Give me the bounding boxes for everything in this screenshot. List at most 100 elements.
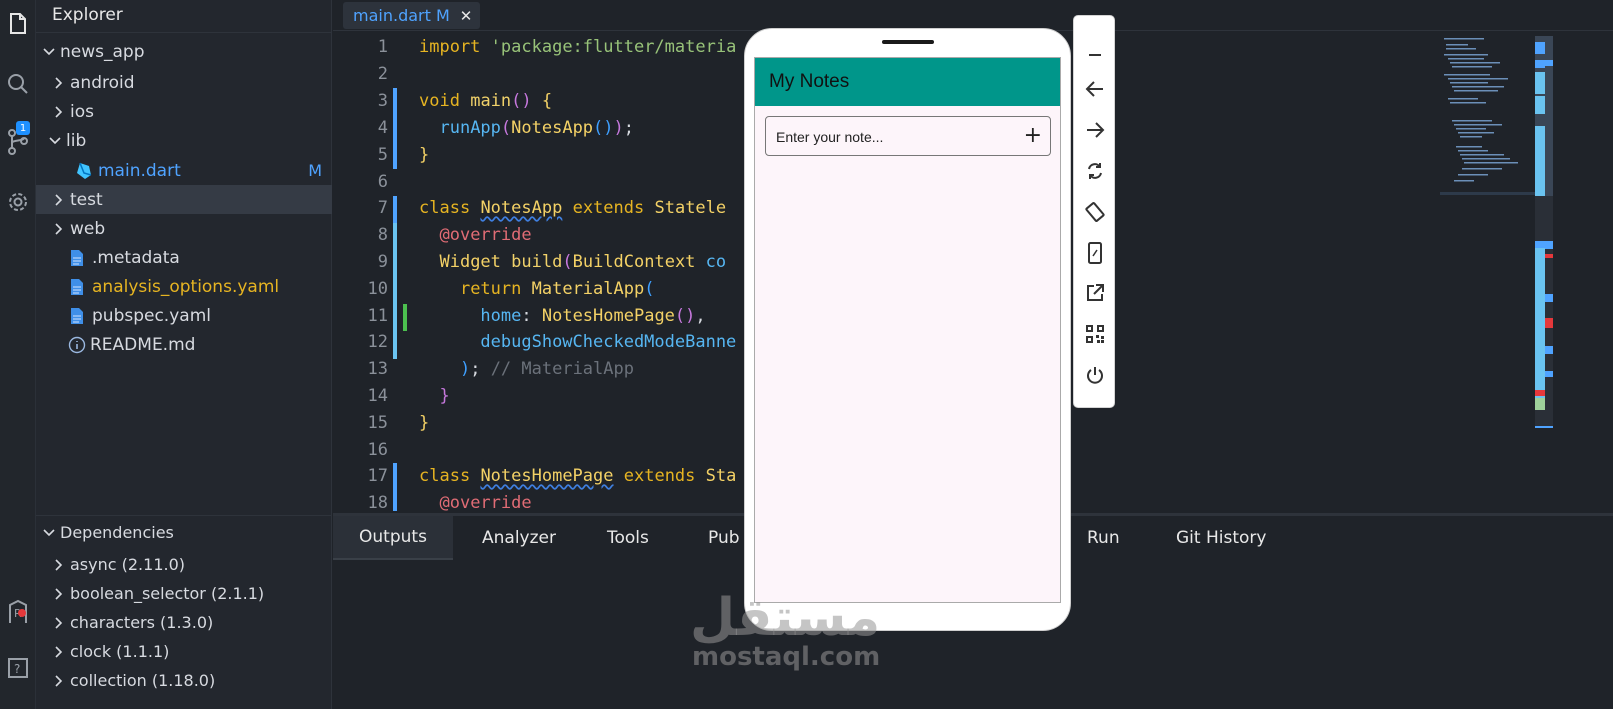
- help-icon[interactable]: ?: [0, 648, 36, 688]
- code-line: class NotesHomePage extends Sta: [419, 466, 737, 486]
- line-number: 17: [367, 466, 388, 486]
- tree-item-android[interactable]: android: [36, 68, 332, 97]
- chevron-right-icon: [52, 558, 66, 571]
- note-input[interactable]: Enter your note... +: [765, 116, 1051, 156]
- code-line: @override: [439, 493, 532, 511]
- minimize-icon[interactable]: [1082, 42, 1108, 68]
- info-icon: [68, 336, 86, 354]
- tree-item-test[interactable]: test: [36, 185, 332, 214]
- dependency-label: characters (1.3.0): [70, 613, 214, 632]
- tree-item-main-dart[interactable]: main.dart M: [36, 156, 332, 185]
- code-line: runApp(NotesApp());: [439, 118, 635, 138]
- file-icon: [70, 307, 86, 325]
- dependency-label: collection (1.18.0): [70, 671, 216, 690]
- tree-item-metadata[interactable]: .metadata: [36, 243, 332, 272]
- chevron-right-icon: [52, 587, 66, 600]
- watermark-logo: مستقل: [690, 588, 881, 648]
- tab-pub[interactable]: Pub: [708, 516, 740, 560]
- modified-badge: M: [308, 161, 322, 180]
- tree-item-label: test: [70, 189, 103, 210]
- dependency-label: boolean_selector (2.1.1): [70, 584, 265, 603]
- tab-tools[interactable]: Tools: [607, 516, 649, 560]
- close-icon[interactable]: ✕: [460, 7, 473, 25]
- line-number: 14: [367, 386, 388, 406]
- scrollbar[interactable]: [1535, 36, 1553, 428]
- phone-screen[interactable]: My Notes Enter your note... +: [754, 57, 1061, 603]
- tree-item-ios[interactable]: ios: [36, 97, 332, 126]
- chevron-right-icon: [52, 645, 66, 658]
- files-icon[interactable]: [0, 4, 36, 44]
- tree-item-label: news_app: [60, 41, 145, 62]
- code-line: }: [419, 145, 430, 165]
- dependency-item[interactable]: boolean_selector (2.1.1): [36, 579, 332, 608]
- tree-item-lib[interactable]: lib: [36, 126, 332, 155]
- activity-bar: 1 R ?: [0, 0, 36, 709]
- dependency-item[interactable]: collection (1.18.0): [36, 666, 332, 695]
- tab-main-dart[interactable]: main.dart M ✕: [343, 2, 481, 29]
- device-icon[interactable]: [1082, 240, 1108, 266]
- tab-git-history[interactable]: Git History: [1176, 516, 1266, 560]
- tab-analyzer[interactable]: Analyzer: [482, 516, 556, 560]
- line-number: 18: [367, 493, 388, 511]
- dependency-item[interactable]: async (2.11.0): [36, 550, 332, 579]
- tree-item-analysis-options[interactable]: analysis_options.yaml: [36, 272, 332, 301]
- forward-arrow-icon[interactable]: [1082, 117, 1108, 143]
- code-line: }: [439, 386, 450, 406]
- change-marker: [393, 88, 397, 169]
- add-note-button[interactable]: +: [1024, 123, 1042, 149]
- code-line: class NotesApp extends Statele: [419, 198, 727, 218]
- reload-icon[interactable]: [1082, 158, 1108, 184]
- tab-run[interactable]: Run: [1087, 516, 1120, 560]
- phone-speaker: [882, 40, 934, 44]
- tree-item-web[interactable]: web: [36, 214, 332, 243]
- dependencies-panel: Dependencies async (2.11.0) boolean_sele…: [36, 515, 332, 709]
- dart-file-icon: [76, 162, 92, 180]
- back-arrow-icon[interactable]: [1082, 76, 1108, 102]
- dependency-label: async (2.11.0): [70, 555, 186, 574]
- dependencies-header[interactable]: Dependencies: [36, 518, 332, 547]
- tree-item-label: pubspec.yaml: [92, 305, 211, 326]
- dependency-item[interactable]: characters (1.3.0): [36, 608, 332, 637]
- tree-item-news-app[interactable]: news_app: [36, 37, 332, 66]
- line-number: 15: [367, 413, 388, 433]
- code-line: void main() {: [419, 91, 553, 111]
- tree-item-label: web: [70, 218, 106, 239]
- source-control-badge: 1: [16, 121, 30, 135]
- tab-label: main.dart M: [353, 6, 450, 25]
- line-number: 8: [377, 225, 388, 245]
- line-number: 6: [377, 172, 388, 192]
- code-line: }: [419, 413, 430, 433]
- tree-item-readme[interactable]: README.md: [36, 330, 332, 359]
- chevron-right-icon: [52, 222, 66, 235]
- line-number: 10: [367, 279, 388, 299]
- svg-text:?: ?: [14, 662, 20, 676]
- power-icon[interactable]: [1082, 362, 1108, 388]
- dependencies-title: Dependencies: [60, 523, 174, 542]
- note-input-placeholder: Enter your note...: [776, 129, 884, 145]
- code-line: return MaterialApp(: [459, 279, 655, 299]
- line-number: 4: [377, 118, 388, 138]
- notification-dot: [18, 609, 26, 617]
- qr-code-icon[interactable]: [1082, 321, 1108, 347]
- tree-item-label: .metadata: [92, 247, 180, 268]
- line-number: 16: [367, 440, 388, 460]
- tree-item-label: lib: [66, 130, 87, 151]
- tree-item-pubspec[interactable]: pubspec.yaml: [36, 301, 332, 330]
- line-number: 2: [377, 64, 388, 84]
- line-number: 11: [367, 306, 388, 326]
- watermark-text: mostaql.com: [692, 642, 881, 672]
- search-icon[interactable]: [0, 64, 36, 104]
- chevron-down-icon: [42, 47, 56, 56]
- rotate-icon[interactable]: [1082, 199, 1108, 225]
- tab-outputs[interactable]: Outputs: [333, 516, 453, 560]
- chevron-right-icon: [52, 616, 66, 629]
- code-line: import 'package:flutter/materia: [419, 37, 737, 57]
- phone-emulator: My Notes Enter your note... +: [744, 28, 1071, 631]
- gear-icon[interactable]: [0, 182, 36, 222]
- minimap[interactable]: [1440, 36, 1535, 196]
- file-icon: [70, 278, 86, 296]
- code-line: debugShowCheckedModeBanne: [480, 332, 737, 352]
- line-number: 3: [377, 91, 388, 111]
- open-external-icon[interactable]: [1082, 280, 1108, 306]
- dependency-item[interactable]: clock (1.1.1): [36, 637, 332, 666]
